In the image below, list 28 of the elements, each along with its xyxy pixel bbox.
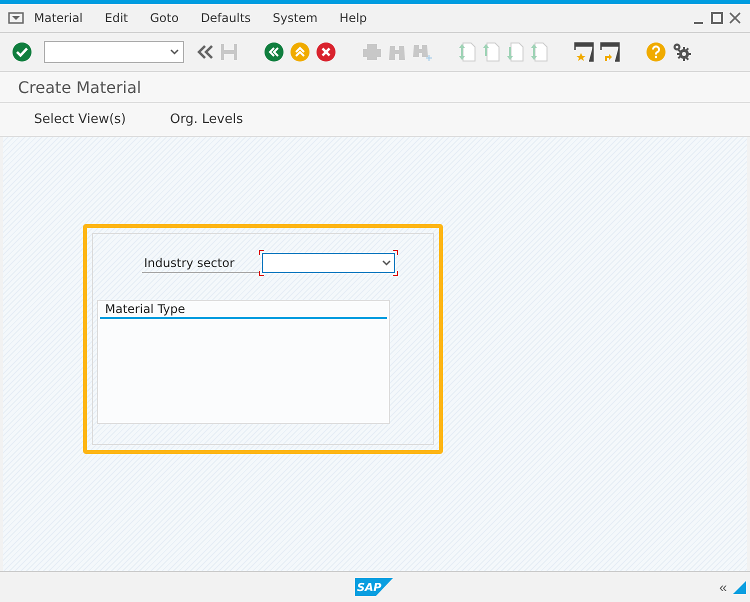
corner-icon [733, 580, 746, 594]
toolbar-button[interactable]: Org. Levels [170, 112, 243, 127]
window-star-icon[interactable] [574, 42, 594, 62]
dropdown-icon [170, 49, 179, 55]
sap-logo: SAP [355, 578, 393, 596]
screen-title: Create Material [0, 72, 750, 103]
cancel-icon[interactable] [316, 42, 336, 62]
settings-icon[interactable] [672, 42, 692, 62]
window-controls[interactable] [694, 12, 742, 24]
menu-item[interactable]: Edit [104, 11, 128, 25]
toolbar-button[interactable]: Select View(s) [34, 112, 126, 127]
industry-sector-dropdown[interactable] [259, 250, 398, 276]
menu-item[interactable]: System [272, 11, 318, 25]
panel-title: Material Type [100, 301, 387, 319]
menu-item[interactable]: Goto [150, 11, 179, 25]
window-arrow-icon[interactable] [600, 42, 620, 62]
menu-icon[interactable] [8, 12, 24, 24]
collapse-icon[interactable] [196, 44, 214, 60]
expand-button[interactable]: « [719, 579, 727, 595]
back-icon[interactable] [264, 42, 284, 62]
menu-item[interactable]: Material [34, 11, 83, 25]
help-icon[interactable] [646, 42, 666, 62]
dropdown-icon [382, 260, 391, 266]
exit-icon[interactable] [290, 42, 310, 62]
command-field[interactable] [44, 41, 184, 63]
enter-icon[interactable] [12, 42, 32, 62]
menu-item[interactable]: Defaults [200, 11, 251, 25]
menu-item[interactable]: Help [340, 11, 367, 25]
